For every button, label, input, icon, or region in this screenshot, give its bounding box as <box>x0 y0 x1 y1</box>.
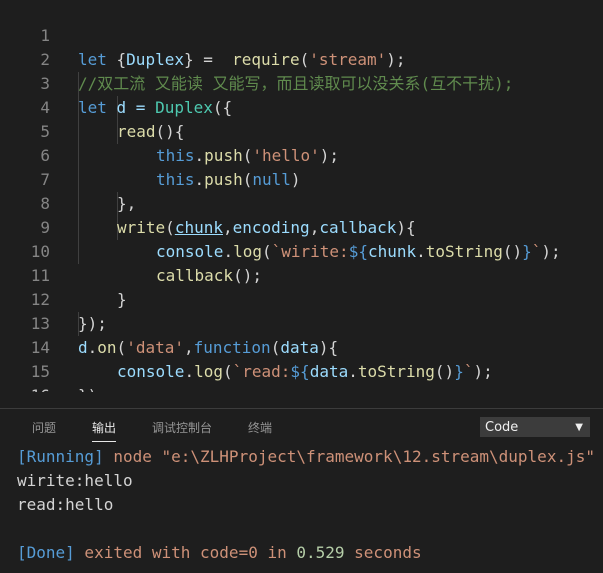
code-line[interactable]: 5 this.push('hello'); <box>0 96 603 165</box>
output-line-running: [Running] node "e:\ZLHProject\framework\… <box>17 447 595 466</box>
code-line[interactable]: 2 //双工流 又能读 又能写，而且读取可以没关系(互不干扰); <box>0 24 603 93</box>
code-line[interactable]: 11 } <box>0 240 603 309</box>
output-channel-value: Code <box>485 420 519 435</box>
output-panel: 问题 输出 调试控制台 终端 Code ▼ [Running] node "e:… <box>0 408 603 573</box>
output-channel-select[interactable]: Code ▼ <box>480 417 590 437</box>
code-line[interactable]: 8 write(chunk,encoding,callback){ <box>0 168 603 237</box>
code-line[interactable]: 10 callback(); <box>0 216 603 285</box>
code-editor[interactable]: 1 let {Duplex} = require('stream'); 2 //… <box>0 0 603 392</box>
output-line-done: [Done] exited with code=0 in 0.529 secon… <box>17 543 422 562</box>
code-line[interactable]: 12 }); <box>0 264 603 333</box>
vscode-window: 1 let {Duplex} = require('stream'); 2 //… <box>0 0 603 573</box>
code-line[interactable]: 15 }); <box>0 336 603 392</box>
code-line[interactable]: 7 }, <box>0 144 603 213</box>
code-line[interactable]: 6 this.push(null) <box>0 120 603 189</box>
code-line[interactable]: 3 let d = Duplex({ <box>0 48 603 117</box>
tab-terminal[interactable]: 终端 <box>248 419 272 436</box>
code-line[interactable]: 13 d.on('data',function(data){ <box>0 288 603 357</box>
output-line-wirite: wirite:hello <box>17 471 133 490</box>
code-text: }); <box>78 384 107 392</box>
code-line[interactable]: 4 read(){ <box>0 72 603 141</box>
tab-problems[interactable]: 问题 <box>32 419 56 436</box>
code-line[interactable]: 9 console.log(`wirite:${chunk.toString()… <box>0 192 603 261</box>
code-line[interactable]: 1 let {Duplex} = require('stream'); <box>0 0 603 69</box>
chevron-down-icon: ▼ <box>575 422 583 433</box>
output-line-read: read:hello <box>17 495 114 514</box>
code-line[interactable]: 14 console.log(`read:${data.toString()}`… <box>0 312 603 381</box>
tab-debug-console[interactable]: 调试控制台 <box>152 419 212 436</box>
code-line-active[interactable]: 16 d.write('hello'); <box>0 360 603 392</box>
line-number: 16 <box>0 384 50 392</box>
panel-tabs: 问题 输出 调试控制台 终端 Code ▼ <box>0 409 603 445</box>
tab-output[interactable]: 输出 <box>92 419 117 442</box>
